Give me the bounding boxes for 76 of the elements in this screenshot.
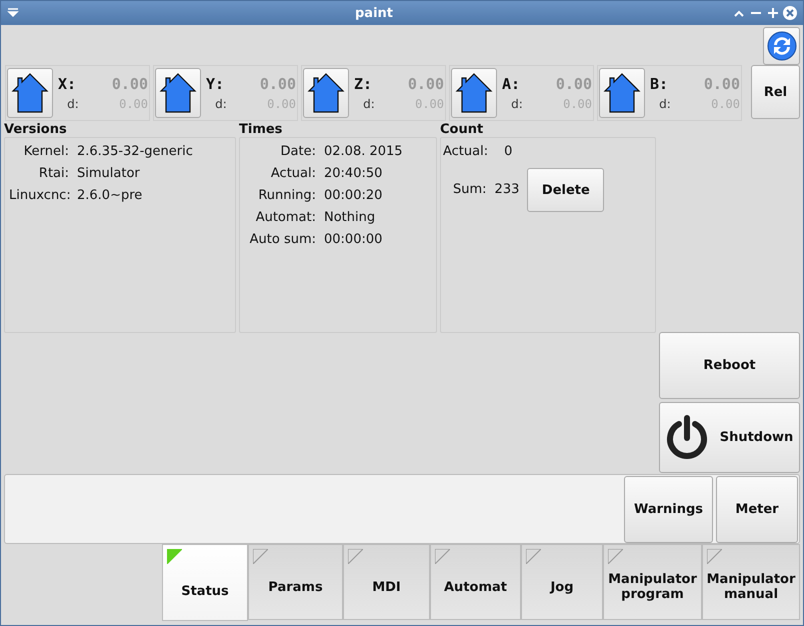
tab[interactable]: Manipulator program: [603, 544, 702, 620]
field-label: Kernel:: [22, 144, 70, 160]
delta-label: d:: [658, 97, 672, 111]
refresh-icon: [766, 31, 796, 61]
axis-label: B:: [650, 75, 670, 93]
minimize-icon[interactable]: [751, 11, 761, 15]
tab-corner-icon: [167, 549, 182, 564]
house-icon: [11, 72, 49, 114]
delta-label: d:: [510, 97, 524, 111]
tab-corner-icon: [253, 549, 268, 564]
axis-label: Y:: [206, 75, 226, 93]
axis-label: X:: [58, 75, 78, 93]
house-icon: [455, 72, 493, 114]
axis-position: 0.00: [110, 75, 148, 93]
tab[interactable]: Manipulator manual: [702, 544, 800, 620]
tab-corner-icon: [707, 549, 722, 564]
house-icon: [159, 72, 197, 114]
field-label: Automat:: [254, 210, 317, 226]
delete-button[interactable]: Delete: [527, 168, 604, 212]
field-value: 0: [504, 144, 512, 160]
home-button[interactable]: [599, 68, 645, 118]
field-value: Nothing: [324, 210, 376, 226]
field-label: Sum:: [453, 182, 487, 198]
axis-position: 0.00: [554, 75, 592, 93]
field-value: 2.6.35-32-generic: [77, 144, 194, 160]
house-icon: [307, 72, 345, 114]
field-value: Simulator: [77, 166, 141, 182]
panel-button[interactable]: Meter: [716, 476, 798, 542]
home-button[interactable]: [7, 68, 53, 118]
field-label: Linuxcnc:: [9, 188, 72, 204]
menu-icon[interactable]: [7, 8, 19, 18]
axis-label: Z:: [354, 75, 374, 93]
tab-corner-icon: [526, 549, 541, 564]
home-button[interactable]: [451, 68, 497, 118]
field-value: 00:00:00: [324, 232, 384, 248]
window-title: paint: [354, 6, 394, 20]
field-label: Running:: [257, 188, 317, 204]
home-button[interactable]: [155, 68, 201, 118]
panel-title: Versions: [4, 123, 68, 137]
refresh-button[interactable]: [763, 27, 800, 65]
field-label: Actual:: [270, 166, 317, 182]
tab[interactable]: Automat: [430, 544, 521, 620]
panel-title: Count: [440, 123, 484, 137]
tab-corner-icon: [348, 549, 363, 564]
field-label: Date:: [280, 144, 317, 160]
panel-title: Times: [239, 123, 284, 137]
delta-label: d:: [362, 97, 376, 111]
field-label: Auto sum:: [248, 232, 317, 248]
field-label: Actual:: [443, 144, 488, 160]
shutdown-button[interactable]: Shutdown: [659, 402, 800, 473]
axis-position: 0.00: [258, 75, 296, 93]
rel-button[interactable]: Rel: [751, 65, 800, 119]
reboot-button[interactable]: Reboot: [659, 332, 800, 399]
tab-corner-icon: [435, 549, 450, 564]
field-value: 00:00:20: [324, 188, 384, 204]
shade-icon[interactable]: [734, 9, 744, 17]
axis-position: 0.00: [406, 75, 444, 93]
close-icon[interactable]: [783, 6, 797, 20]
field-value: 02.08. 2015: [324, 144, 404, 160]
field-value: 233: [494, 182, 520, 198]
maximize-icon[interactable]: [768, 8, 778, 18]
panel-button[interactable]: Warnings: [624, 476, 713, 542]
field-label: Rtai:: [38, 166, 70, 182]
home-button[interactable]: [303, 68, 349, 118]
axis-label: A:: [502, 75, 522, 93]
field-value: 2.6.0~pre: [77, 188, 144, 204]
field-value: 20:40:50: [324, 166, 384, 182]
tab[interactable]: Params: [248, 544, 343, 620]
house-icon: [603, 72, 641, 114]
tab[interactable]: Jog: [521, 544, 603, 620]
tab[interactable]: Status: [162, 544, 248, 621]
delta-label: d:: [214, 97, 228, 111]
tab[interactable]: MDI: [343, 544, 430, 620]
tab-corner-icon: [608, 549, 623, 564]
axis-position: 0.00: [702, 75, 740, 93]
delta-label: d:: [66, 97, 80, 111]
